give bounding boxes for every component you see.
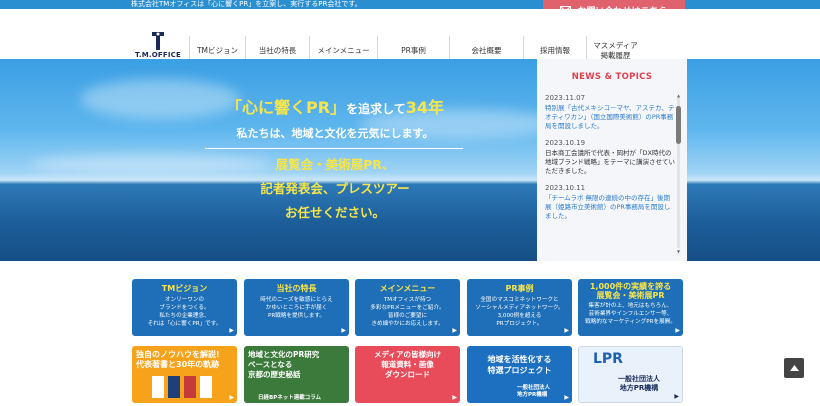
news-link[interactable]: 「チームラボ 無限の連続の中の存在」後期展（姫路市立美術館）のPR事務局を開設し…	[545, 194, 675, 221]
hero-headline-mid: を追求して	[346, 102, 406, 116]
hero-service-line: 記者発表会、プレスツアー	[260, 181, 410, 196]
card-body: オンリーワンの ブランドをつくる。 私たちの企業理念、 それは「心に響くPR」で…	[147, 297, 222, 327]
card-title: PR事例	[505, 284, 534, 293]
book-cover-icon	[200, 376, 212, 398]
scroll-down-icon[interactable]: ▼	[676, 250, 681, 254]
hero-headline-pre: 「心に響くPR」	[226, 98, 347, 117]
book-cover-icon	[168, 376, 180, 398]
lpr-logo-icon: LPR	[593, 351, 623, 367]
card-body: 集客が計の上、地元はもちろん、 芸術業界やインフルエンサー等、 戦略的なマーケテ…	[585, 303, 676, 325]
logo-text: T.M.OFFICE	[134, 51, 182, 59]
site-header: T.M.OFFICE TMビジョン 当社の特長 メインメニュー PR事例 会社概…	[0, 9, 820, 66]
card-tm-vision[interactable]: TMビジョン オンリーワンの ブランドをつくる。 私たちの企業理念、 それは「心…	[132, 279, 237, 336]
card-features[interactable]: 当社の特長 時代のニーズを敏感にとらえ かゆいところに手が届く PR戦略を提供し…	[244, 279, 349, 336]
card-pr-cases[interactable]: PR事例 全国のマスコミネットワークと ソーシャルメディアネットワーク。 3,0…	[467, 279, 572, 336]
book-cover-icon	[184, 376, 196, 398]
card-body: TMオフィスが持つ 多彩なPRメニューをご紹介。 皆様のご要望に きめ細やかにお…	[370, 297, 445, 327]
card-exhibition-pr[interactable]: 1,000件の実績を誇る 展覧会・美術展PR 集客が計の上、地元はもちろん、 芸…	[578, 279, 683, 336]
chevron-right-icon: ▶	[564, 327, 569, 334]
banner-text: 独自のノウハウを解説! 代表著書と30年の軌跡	[136, 350, 220, 369]
card-title: TMビジョン	[161, 284, 208, 293]
hero-service-line: お任せください。	[284, 205, 385, 220]
logo-figure-icon	[152, 32, 164, 50]
news-date: 2023.11.07	[545, 94, 586, 102]
chevron-right-icon: ▶	[452, 394, 457, 401]
chevron-right-icon: ▶	[229, 394, 234, 401]
news-list: 2023.11.07 特別展「古代メキシコ－マヤ、アステカ、テオティワカン」（国…	[545, 94, 675, 229]
news-panel: NEWS & TOPICS 2023.11.07 特別展「古代メキシコ－マヤ、ア…	[537, 59, 687, 261]
news-item: 2023.11.07 特別展「古代メキシコ－マヤ、アステカ、テオティワカン」（国…	[545, 94, 675, 131]
chevron-right-icon: ▶	[452, 327, 457, 334]
banner-sub: 日経BPネット連載コラム	[258, 395, 322, 401]
banner-text: 一般社団法人 地方PR機構	[618, 375, 660, 392]
card-title: メインメニュー	[379, 284, 436, 293]
news-date: 2023.10.11	[545, 184, 586, 192]
news-link[interactable]: 特別展「古代メキシコ－マヤ、アステカ、テオティワカン」（国立国際美術館）のPR事…	[545, 104, 675, 131]
chevron-right-icon: ▶	[341, 327, 346, 334]
banner-text: 地域と文化のPR研究 ベースとなる 京都の歴史秘話	[248, 350, 320, 379]
card-body: 時代のニーズを敏感にとらえ かゆいところに手が届く PR戦略を提供します。	[260, 297, 333, 319]
banner-text: 地域を活性化する 特選プロジェクト	[487, 355, 552, 375]
banner-column[interactable]: 地域と文化のPR研究 ベースとなる 京都の歴史秘話 日経BPネット連載コラム	[244, 346, 349, 403]
news-title: NEWS & TOPICS	[571, 72, 653, 82]
hero-headline-post: 34年	[405, 98, 444, 117]
scroll-to-top-button[interactable]	[784, 358, 804, 378]
chevron-up-icon	[789, 365, 799, 371]
banner-text: メディアの皆様向け 報道資料・画像 ダウンロード	[374, 350, 441, 379]
news-text: 日本商工会議所で代表・岡村が「DX時代の地域ブランド戦略」をテーマに講演させてい…	[545, 149, 675, 175]
hero-banner: 「心に響くPR」を追求して34年 私たちは、地域と文化を元気にします。 展覧会・…	[0, 59, 820, 261]
hero-services: 展覧会・美術展PR、 記者発表会、プレスツアー お任せください。	[210, 153, 460, 225]
card-title: 1,000件の実績を誇る 展覧会・美術展PR	[589, 282, 672, 300]
news-item: 2023.10.19 日本商工会議所で代表・岡村が「DX時代の地域ブランド戦略」…	[545, 139, 675, 176]
chevron-right-icon: ▶	[674, 393, 679, 400]
banner-press-download[interactable]: メディアの皆様向け 報道資料・画像 ダウンロード ▶	[355, 346, 460, 403]
book-cover-icon	[152, 376, 164, 398]
card-main-menu[interactable]: メインメニュー TMオフィスが持つ 多彩なPRメニューをご紹介。 皆様のご要望に…	[355, 279, 460, 336]
company-tagline: 株式会社TMオフィスは「心に響くPR」を立案し、実行するPR会社です。	[131, 0, 362, 8]
hero-subline: 私たちは、地域と文化を元気にします。	[236, 127, 434, 140]
news-scrollbar[interactable]: ▲ ▼	[676, 94, 681, 254]
hero-divider	[205, 148, 463, 149]
news-item: 2023.10.11 「チームラボ 無限の連続の中の存在」後期展（姫路市立美術館…	[545, 184, 675, 221]
chevron-right-icon: ▶	[564, 394, 569, 401]
hero-headline: 「心に響くPR」を追求して34年	[210, 94, 460, 118]
banner-chihou-pr[interactable]: LPR 一般社団法人 地方PR機構 ▶	[578, 346, 683, 403]
card-title: 当社の特長	[276, 284, 317, 293]
card-body: 全国のマスコミネットワークと ソーシャルメディアネットワーク。 3,000例を超…	[475, 297, 564, 327]
chevron-right-icon: ▶	[675, 327, 680, 334]
top-info-bar: 株式会社TMオフィスは「心に響くPR」を立案し、実行するPR会社です。	[0, 0, 820, 9]
scroll-thumb[interactable]	[676, 106, 681, 144]
chevron-right-icon: ▶	[229, 327, 234, 334]
banner-projects[interactable]: 地域を活性化する 特選プロジェクト 一般社団法人 地方PR機構 ▶	[467, 346, 572, 403]
news-date: 2023.10.19	[545, 139, 586, 147]
banner-books[interactable]: 独自のノウハウを解説! 代表著書と30年の軌跡 ▶	[132, 346, 237, 403]
hero-service-line: 展覧会・美術展PR、	[275, 157, 395, 172]
